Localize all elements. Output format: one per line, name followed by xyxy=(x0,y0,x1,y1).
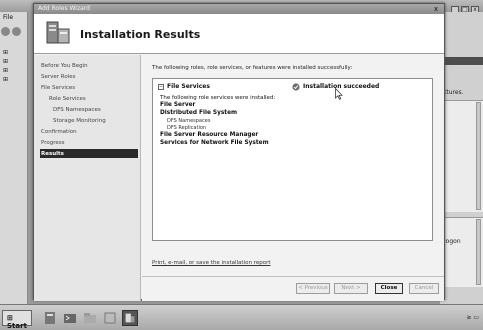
role-name: File Services xyxy=(167,83,210,90)
tree-expander[interactable]: ⊞ xyxy=(0,66,27,75)
detail-line: DFS Replication xyxy=(167,125,207,131)
wizard-header: Installation Results xyxy=(34,14,444,54)
nav-item-results[interactable]: Results xyxy=(40,149,138,158)
windows-logo-icon: ⊞ xyxy=(7,314,13,322)
detail-line: The following role services were install… xyxy=(160,95,276,101)
tree-expander[interactable]: ⊞ xyxy=(0,75,27,84)
wizard-content: The following roles, role services, or f… xyxy=(142,55,444,301)
cancel-button[interactable]: Cancel xyxy=(409,283,439,294)
close-icon[interactable]: x xyxy=(431,5,441,13)
page-title: Installation Results xyxy=(80,28,201,41)
divider xyxy=(142,276,444,277)
powershell-taskbar-icon[interactable] xyxy=(62,310,78,326)
server-manager-taskbar-icon[interactable] xyxy=(42,310,58,326)
background-text: ttures. xyxy=(444,89,464,96)
previous-button[interactable]: < Previous xyxy=(296,283,330,294)
desktop: _ □ x File ⊞ ⊞ ⊞ ⊞ ttures. logon ⊞ Start… xyxy=(0,0,483,330)
wizard-title: Add Roles Wizard xyxy=(38,5,90,12)
add-roles-wizard-taskbar-icon[interactable] xyxy=(122,310,138,326)
installation-report-link[interactable]: Print, e-mail, or save the installation … xyxy=(152,260,270,266)
nav-item-confirmation[interactable]: Confirmation xyxy=(40,127,138,136)
add-roles-wizard: Add Roles Wizard x Installation Results … xyxy=(33,3,445,301)
nav-item-role-services[interactable]: Role Services xyxy=(48,94,138,103)
notification-area[interactable]: ≥ ▭ xyxy=(466,314,479,321)
wizard-titlebar[interactable]: Add Roles Wizard x xyxy=(34,4,444,14)
results-intro: The following roles, role services, or f… xyxy=(152,65,353,71)
detail-line: Distributed File System xyxy=(160,110,238,116)
success-check-icon xyxy=(292,83,300,91)
detail-line: File Server Resource Manager xyxy=(160,132,259,138)
server-manager-right-pane: ttures. logon xyxy=(440,12,483,304)
explorer-taskbar-icon[interactable] xyxy=(82,310,98,326)
taskbar: ⊞ Start ≥ ▭ xyxy=(0,304,483,330)
forward-icon[interactable] xyxy=(12,27,21,36)
close-button[interactable]: Close xyxy=(375,283,403,294)
next-button[interactable]: Next > xyxy=(334,283,368,294)
background-text: logon xyxy=(444,238,461,245)
wizard-navigation: Before You Begin Server Roles File Servi… xyxy=(34,55,141,301)
nav-item-before-you-begin[interactable]: Before You Begin xyxy=(40,61,138,70)
nav-item-dfs-namespaces[interactable]: DFS Namespaces xyxy=(52,105,138,114)
app-taskbar-icon[interactable] xyxy=(102,310,118,326)
results-box: − File Services Installation succeeded T… xyxy=(152,78,433,241)
header-band xyxy=(440,57,483,65)
detail-line: Services for Network File System xyxy=(160,140,269,146)
scrollbar[interactable] xyxy=(476,102,481,210)
server-manager-left-pane: File ⊞ ⊞ ⊞ ⊞ xyxy=(0,12,28,304)
mouse-pointer-icon xyxy=(335,88,343,100)
nav-item-server-roles[interactable]: Server Roles xyxy=(40,72,138,81)
server-roles-icon xyxy=(46,21,70,44)
collapse-toggle[interactable]: − xyxy=(158,84,164,90)
scrollbar[interactable] xyxy=(476,219,481,285)
detail-line: File Server xyxy=(160,102,196,108)
back-icon[interactable] xyxy=(1,27,10,36)
tree-expander[interactable]: ⊞ xyxy=(0,48,27,57)
start-label: Start xyxy=(7,322,27,330)
file-menu[interactable]: File xyxy=(0,12,27,23)
tree-expander[interactable]: ⊞ xyxy=(0,57,27,66)
nav-item-progress[interactable]: Progress xyxy=(40,138,138,147)
start-button[interactable]: ⊞ Start xyxy=(2,310,32,330)
nav-item-file-services[interactable]: File Services xyxy=(40,83,138,92)
nav-item-storage-monitoring[interactable]: Storage Monitoring xyxy=(52,116,138,125)
role-result-row: − File Services Installation succeeded xyxy=(158,83,428,92)
detail-line: DFS Namespaces xyxy=(167,118,211,124)
